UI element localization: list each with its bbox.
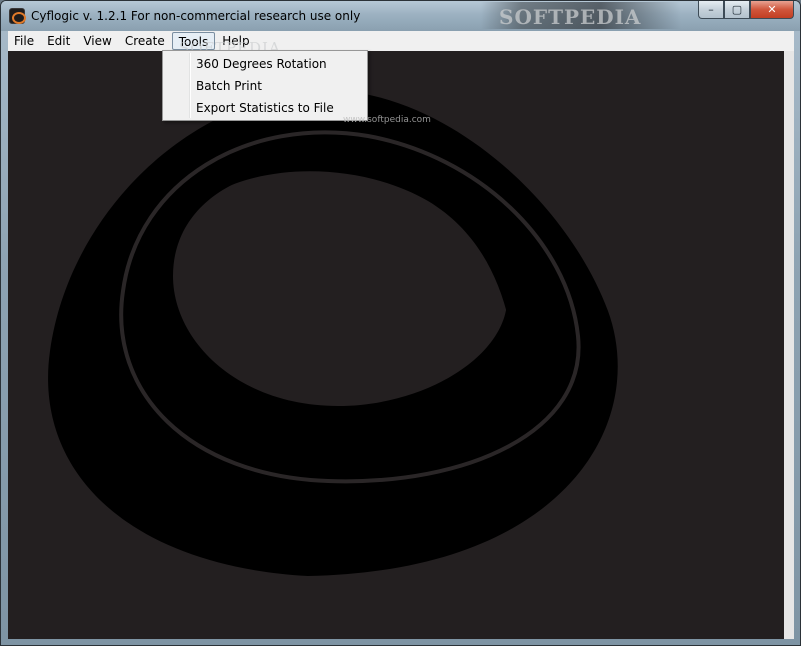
menu-item-360-rotation[interactable]: 360 Degrees Rotation — [196, 54, 327, 74]
title-bar[interactable]: SOFTPEDIA Cyflogic v. 1.2.1 For non-comm… — [1, 1, 800, 31]
softpedia-watermark: SOFTPEDIA — [499, 5, 642, 29]
softpedia-url-watermark: www.softpedia.com — [343, 115, 431, 125]
menu-icon-gutter — [189, 53, 191, 118]
app-window: SOFTPEDIA Cyflogic v. 1.2.1 For non-comm… — [0, 0, 801, 646]
menu-tools[interactable]: Tools — [171, 32, 216, 50]
minimize-button[interactable]: – — [698, 1, 724, 19]
minimize-icon: – — [708, 3, 714, 16]
menu-create[interactable]: Create — [119, 32, 171, 50]
maximize-icon: ▢ — [731, 3, 743, 16]
menu-item-batch-print[interactable]: Batch Print — [196, 76, 262, 96]
vertical-scrollbar[interactable] — [784, 51, 794, 639]
menu-file[interactable]: File — [8, 32, 40, 50]
menu-view[interactable]: View — [77, 32, 117, 50]
menu-help[interactable]: Help — [216, 32, 255, 50]
tools-dropdown-menu: www.softpedia.com 360 Degrees Rotation B… — [162, 50, 431, 125]
window-title: Cyflogic v. 1.2.1 For non-commercial res… — [31, 9, 361, 23]
cell-model-render — [48, 90, 618, 577]
menu-edit[interactable]: Edit — [41, 32, 76, 50]
close-icon: ✕ — [767, 3, 777, 16]
menu-item-export-statistics[interactable]: Export Statistics to File — [196, 98, 334, 118]
window-controls: – ▢ ✕ — [698, 1, 794, 21]
maximize-button[interactable]: ▢ — [724, 1, 750, 19]
menu-bar: File Edit View Create Tools Help — [8, 31, 794, 52]
cyflogic-app-icon[interactable] — [9, 8, 26, 24]
3d-viewport[interactable] — [8, 51, 784, 639]
close-button[interactable]: ✕ — [750, 1, 794, 19]
